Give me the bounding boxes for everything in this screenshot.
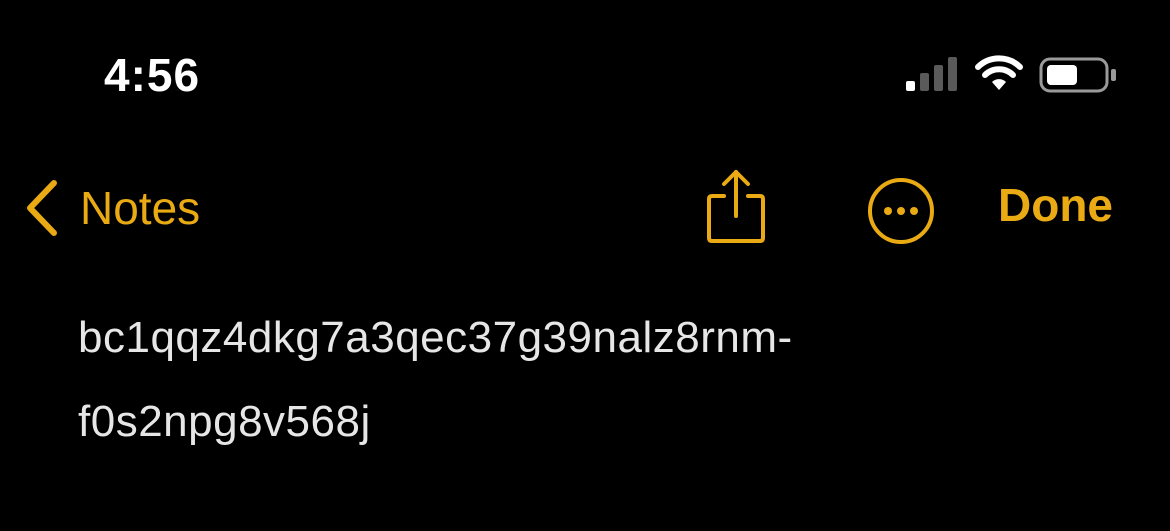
more-options-icon [868,178,934,244]
share-icon [707,170,765,243]
status-bar: 4:56 [0,0,1170,150]
back-button-label: Notes [80,182,201,234]
more-options-button[interactable] [866,176,936,246]
note-text-area[interactable]: bc1qqz4dkg7a3qec37g39nalz8rnm- f0s2npg8v… [78,296,1138,464]
battery-icon [1039,57,1116,93]
status-icons [904,54,1119,96]
note-line: bc1qqz4dkg7a3qec37g39nalz8rnm- [78,313,793,362]
back-button[interactable]: Notes [24,178,200,238]
wifi-icon [975,55,1023,90]
share-button[interactable] [706,166,766,244]
chevron-left-icon [27,180,57,236]
done-button[interactable]: Done [998,182,1113,228]
note-line: f0s2npg8v568j [78,397,371,446]
cellular-signal-icon [906,57,957,91]
navigation-bar: Notes Done [0,160,1170,260]
status-time: 4:56 [104,49,201,101]
